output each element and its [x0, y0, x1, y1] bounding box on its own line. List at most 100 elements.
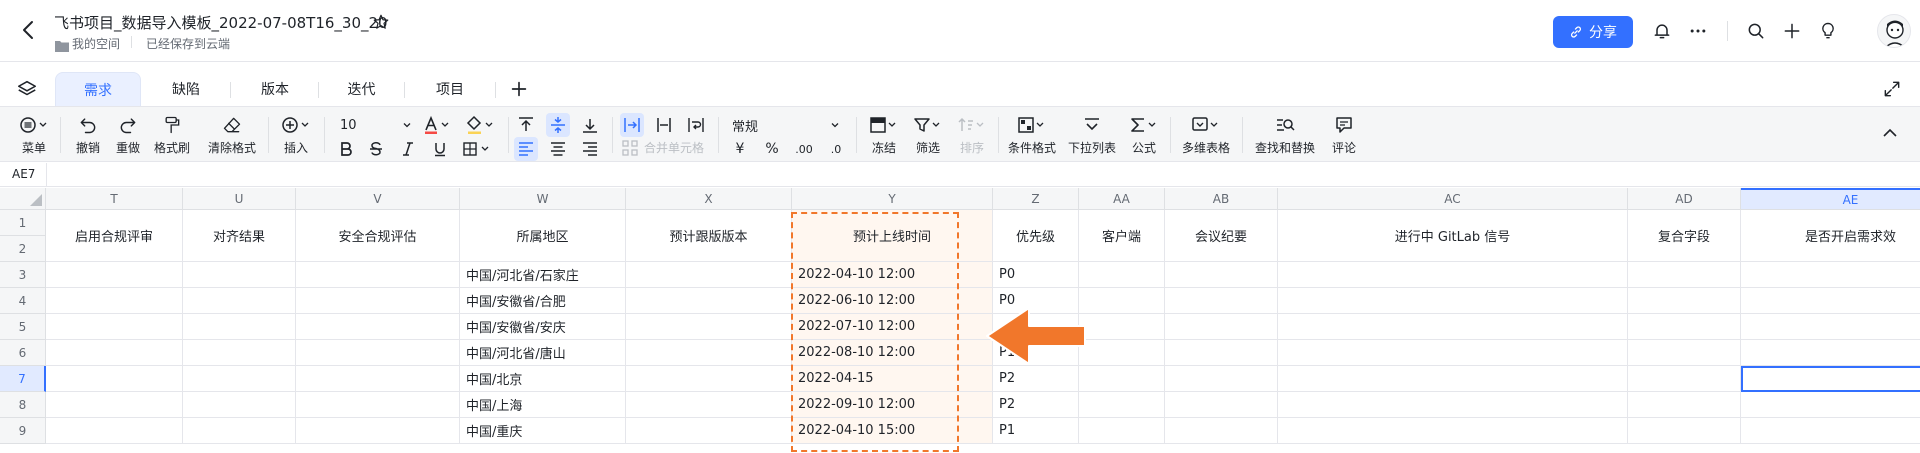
underline-button[interactable] [428, 137, 452, 161]
row-header-3[interactable]: 3 [0, 262, 46, 288]
priority-cell[interactable] [993, 314, 1079, 340]
plus-icon[interactable] [1780, 19, 1804, 43]
header-cell-x[interactable]: 预计跟版版本 [626, 210, 792, 262]
empty-cell[interactable] [1165, 288, 1278, 314]
empty-cell[interactable] [1741, 418, 1920, 444]
column-header-z[interactable]: Z [993, 188, 1079, 210]
empty-cell[interactable] [1079, 392, 1165, 418]
empty-cell[interactable] [46, 366, 183, 392]
text-color-button[interactable] [420, 113, 454, 137]
strikethrough-button[interactable] [364, 137, 388, 161]
insert-button[interactable]: 插入 [278, 113, 314, 156]
bell-icon[interactable] [1650, 19, 1674, 43]
decrease-decimal-button[interactable]: .00 [792, 137, 816, 161]
clip-button[interactable] [652, 113, 676, 137]
region-cell[interactable]: 中国/河北省/石家庄 [460, 262, 626, 288]
align-bottom-button[interactable] [578, 113, 602, 137]
header-cell-ac[interactable]: 进行中 GitLab 信号 [1278, 210, 1628, 262]
empty-cell[interactable] [1278, 340, 1628, 366]
border-button[interactable] [460, 137, 496, 161]
number-format-select[interactable]: 常规 [732, 113, 842, 137]
launch-time-cell[interactable]: 2022-04-10 12:00 [792, 262, 993, 288]
header-cell-z[interactable]: 优先级 [993, 210, 1079, 262]
empty-cell[interactable] [1628, 340, 1741, 366]
empty-cell[interactable] [1079, 288, 1165, 314]
priority-cell[interactable]: P0 [993, 262, 1079, 288]
formula-button[interactable]: 公式 [1126, 113, 1162, 156]
empty-cell[interactable] [1079, 262, 1165, 288]
row-header-8[interactable]: 8 [0, 392, 46, 418]
priority-cell[interactable]: P0 [993, 288, 1079, 314]
header-cell-aa[interactable]: 客户端 [1079, 210, 1165, 262]
priority-cell[interactable]: P2 [993, 366, 1079, 392]
empty-cell[interactable] [46, 314, 183, 340]
menu-button[interactable]: 菜单 [16, 113, 52, 156]
increase-decimal-button[interactable]: .0 [824, 137, 848, 161]
empty-cell[interactable] [46, 392, 183, 418]
search-icon[interactable] [1744, 19, 1768, 43]
column-header-t[interactable]: T [46, 188, 183, 210]
empty-cell[interactable] [1741, 288, 1920, 314]
document-title[interactable]: 飞书项目_数据导入模板_2022-07-08T16_30_20 [54, 12, 388, 33]
launch-time-cell[interactable]: 2022-04-15 [792, 366, 993, 392]
empty-cell[interactable] [1278, 288, 1628, 314]
empty-cell[interactable] [183, 392, 296, 418]
empty-cell[interactable] [183, 366, 296, 392]
column-header-v[interactable]: V [296, 188, 460, 210]
empty-cell[interactable] [1628, 262, 1741, 288]
empty-cell[interactable] [183, 418, 296, 444]
empty-cell[interactable] [1165, 340, 1278, 366]
empty-cell[interactable] [296, 366, 460, 392]
empty-cell[interactable] [183, 262, 296, 288]
empty-cell[interactable] [296, 262, 460, 288]
empty-cell[interactable] [626, 262, 792, 288]
filter-button[interactable]: 筛选 [910, 113, 946, 156]
empty-cell[interactable] [1165, 314, 1278, 340]
header-cell-t[interactable]: 启用合规评审 [46, 210, 183, 262]
row-header-1[interactable]: 1 [0, 210, 46, 236]
row-header-2[interactable]: 2 [0, 236, 46, 262]
empty-cell[interactable] [296, 392, 460, 418]
clear-format-button[interactable]: 清除格式 [206, 113, 258, 156]
header-cell-v[interactable]: 安全合规评估 [296, 210, 460, 262]
empty-cell[interactable] [1278, 392, 1628, 418]
format-painter-button[interactable]: 格式刷 [152, 113, 192, 156]
tab-projects[interactable]: 项目 [405, 72, 495, 106]
empty-cell[interactable] [296, 288, 460, 314]
percent-button[interactable]: % [760, 137, 784, 161]
empty-cell[interactable] [626, 418, 792, 444]
align-left-button[interactable] [514, 137, 538, 161]
header-cell-ae[interactable]: 是否开启需求效 [1741, 210, 1920, 262]
cell-reference[interactable]: AE7 [12, 167, 35, 181]
launch-time-cell[interactable]: 2022-07-10 12:00 [792, 314, 993, 340]
region-cell[interactable]: 中国/安徽省/安庆 [460, 314, 626, 340]
header-cell-y[interactable]: 预计上线时间 [792, 210, 993, 262]
dropdown-list-button[interactable]: 下拉列表 [1066, 113, 1118, 156]
align-right-button[interactable] [578, 137, 602, 161]
empty-cell[interactable] [1278, 314, 1628, 340]
empty-cell[interactable] [1079, 340, 1165, 366]
breadcrumb-space[interactable]: 我的空间 [72, 35, 120, 52]
launch-time-cell[interactable]: 2022-09-10 12:00 [792, 392, 993, 418]
row-header-9[interactable]: 9 [0, 418, 46, 444]
empty-cell[interactable] [626, 340, 792, 366]
tab-versions[interactable]: 版本 [231, 72, 319, 106]
empty-cell[interactable] [46, 262, 183, 288]
conditional-format-button[interactable]: 条件格式 [1004, 113, 1060, 156]
align-middle-button[interactable] [546, 113, 570, 137]
empty-cell[interactable] [296, 314, 460, 340]
column-header-ab[interactable]: AB [1165, 188, 1278, 210]
layers-icon[interactable] [16, 78, 38, 100]
multi-table-button[interactable]: 多维表格 [1180, 113, 1232, 156]
empty-cell[interactable] [626, 392, 792, 418]
sort-button[interactable]: 排序 [954, 113, 990, 156]
empty-cell[interactable] [1165, 392, 1278, 418]
empty-cell[interactable] [1628, 288, 1741, 314]
column-header-ac[interactable]: AC [1278, 188, 1628, 210]
bold-button[interactable] [334, 137, 358, 161]
select-all-corner[interactable] [0, 188, 46, 210]
overflow-button[interactable] [620, 113, 644, 137]
lightbulb-icon[interactable] [1816, 19, 1840, 43]
empty-cell[interactable] [1079, 314, 1165, 340]
row-header-5[interactable]: 5 [0, 314, 46, 340]
